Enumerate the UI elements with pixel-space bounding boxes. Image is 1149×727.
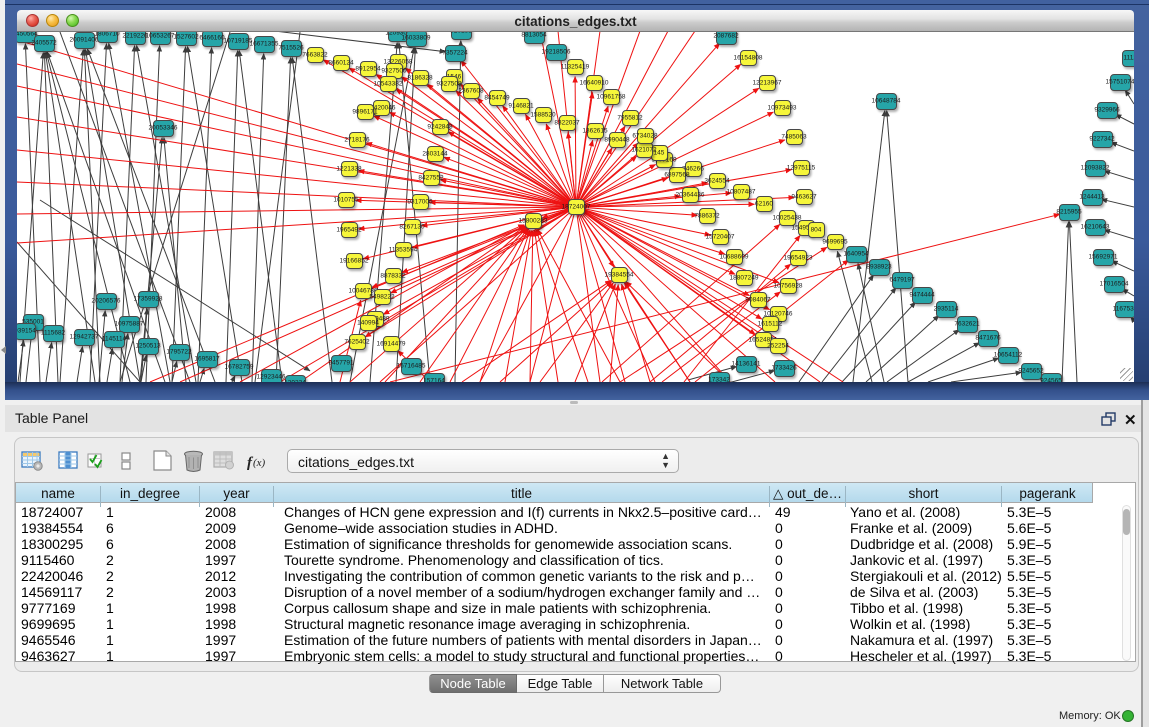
svg-text:(x): (x) [253, 457, 266, 469]
